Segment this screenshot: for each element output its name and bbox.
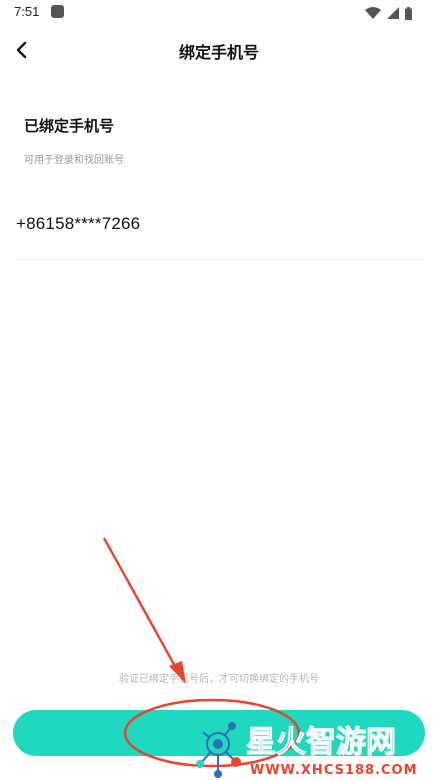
section-subtitle: 可用于登录和找回账号 [24, 155, 124, 166]
app-header: 绑定手机号 [0, 26, 438, 76]
battery-icon [405, 6, 412, 20]
section-title: 已绑定手机号 [24, 117, 115, 135]
signal-icon [387, 7, 399, 19]
phone-number-row: +86158****7266 [16, 200, 423, 260]
svg-text:WWW.XHCS188.COM: WWW.XHCS188.COM [250, 763, 418, 778]
phone-number: +86158****7266 [16, 214, 141, 233]
status-time: 7:51 [14, 4, 40, 19]
wifi-icon [365, 7, 381, 19]
watermark-logo: 星火智游网 WWW.XHCS188.COM [196, 722, 418, 778]
page-title: 绑定手机号 [178, 43, 259, 62]
status-icons [365, 6, 412, 20]
svg-text:星火智游网: 星火智游网 [246, 725, 396, 760]
app-notification-icon [51, 5, 64, 18]
status-bar: 7:51 [0, 0, 438, 26]
hint-text: 验证已绑定手机号后，才可切换绑定的手机号 [119, 674, 319, 685]
watermark: 星火智游网 WWW.XHCS188.COM [192, 714, 438, 780]
